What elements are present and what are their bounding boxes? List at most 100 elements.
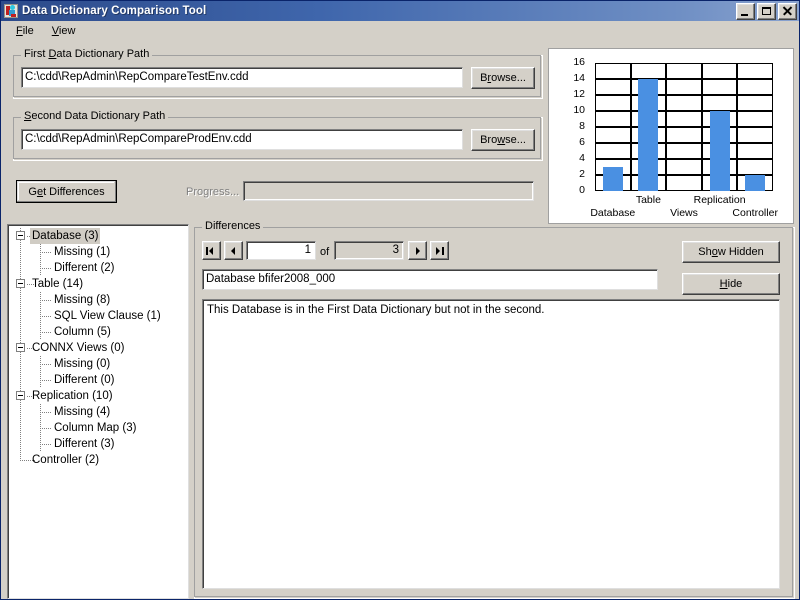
tree-node[interactable]: Missing (1) (8, 244, 188, 260)
tree-node[interactable]: Column (5) (8, 324, 188, 340)
title-bar[interactable]: Data Dictionary Comparison Tool (1, 1, 799, 21)
first-path-browse-button[interactable]: Browse... (471, 67, 535, 89)
tree-collapse-icon[interactable] (16, 279, 25, 288)
chart-grid-cell (595, 111, 631, 127)
chart-grid-cell (737, 95, 773, 111)
tree-collapse-icon[interactable] (16, 343, 25, 352)
hide-label: Hide (719, 278, 743, 290)
tree-child-trunk (40, 260, 41, 276)
next-record-button[interactable] (408, 241, 427, 260)
tree-child-trunk (40, 324, 41, 340)
menu-item-file[interactable]: File (7, 23, 43, 39)
tree-node[interactable]: Missing (8) (8, 292, 188, 308)
tree-node[interactable]: Replication (10) (8, 388, 188, 404)
chart-y-tick: 4 (579, 152, 585, 164)
chart-y-tick: 8 (579, 120, 585, 132)
tree-connector (40, 268, 51, 269)
first-browse-label: Browse... (480, 72, 526, 84)
tree-child-trunk (40, 356, 41, 372)
chart-grid-cell (737, 111, 773, 127)
tree-collapse-icon[interactable] (16, 231, 25, 240)
last-record-button[interactable] (430, 241, 449, 260)
first-path-group-title: First Data Dictionary Path (21, 49, 153, 60)
app-icon[interactable] (4, 4, 18, 18)
chart-grid-cell (737, 127, 773, 143)
chart-grid-cell (595, 79, 631, 95)
chart-grid-cell (666, 95, 702, 111)
first-path-input[interactable]: C:\cdd\RepAdmin\RepCompareTestEnv.cdd (21, 67, 463, 88)
chart-x-label: Controller (732, 207, 778, 219)
tree-node-label: Different (0) (54, 374, 115, 386)
second-path-browse-button[interactable]: Browse... (471, 129, 535, 151)
chart-grid-cell (666, 143, 702, 159)
chart-grid-cell (666, 111, 702, 127)
hide-button[interactable]: Hide (682, 273, 780, 295)
tree-node-label: Missing (8) (54, 294, 111, 306)
chart-x-label: Database (590, 207, 636, 219)
next-record-icon (412, 246, 423, 255)
chart-y-tick: 2 (579, 168, 585, 180)
tree-node[interactable]: Database (3) (8, 228, 188, 244)
second-path-group-title: Second Data Dictionary Path (21, 111, 169, 122)
category-tree-items: Database (3) Missing (1) Different (2) Tabl… (8, 228, 188, 468)
chart-y-tick: 6 (579, 136, 585, 148)
tree-node[interactable]: Missing (4) (8, 404, 188, 420)
get-differences-button[interactable]: Get Differences (16, 180, 117, 203)
first-record-button[interactable] (202, 241, 221, 260)
chart-grid-cell (595, 127, 631, 143)
difference-description[interactable]: This Database is in the First Data Dicti… (202, 299, 780, 589)
tree-node[interactable]: Controller (2) (8, 452, 188, 468)
close-button[interactable] (778, 2, 797, 20)
tree-node-label: Different (2) (54, 262, 115, 274)
previous-record-button[interactable] (224, 241, 243, 260)
difference-item-title[interactable]: Database bfifer2008_000 (202, 269, 658, 290)
current-record-input[interactable]: 1 (246, 241, 316, 260)
menu-item-view[interactable]: View (43, 23, 85, 39)
chart-grid-cell (666, 79, 702, 95)
maximize-button[interactable] (757, 2, 776, 20)
progress-bar (243, 181, 534, 201)
second-browse-label: Browse... (480, 134, 526, 146)
tree-child-trunk (40, 436, 41, 452)
tree-child-trunk (40, 308, 41, 324)
tree-node-label: Database (3) (30, 228, 101, 244)
tree-connector (40, 316, 51, 317)
chart-y-tick: 10 (573, 104, 585, 116)
chart-y-tick: 12 (573, 88, 585, 100)
show-hidden-button[interactable]: Show Hidden (682, 241, 780, 263)
tree-node-label: Replication (10) (32, 390, 113, 402)
minimize-button[interactable] (736, 2, 755, 20)
tree-node[interactable]: Missing (0) (8, 356, 188, 372)
differences-group-title: Differences (202, 221, 264, 232)
tree-node-label: Missing (1) (54, 246, 111, 258)
tree-collapse-icon[interactable] (16, 391, 25, 400)
last-record-icon (434, 246, 445, 255)
tree-node[interactable]: CONNX Views (0) (8, 340, 188, 356)
tree-connector (20, 452, 21, 461)
tree-node[interactable]: Column Map (3) (8, 420, 188, 436)
tree-node[interactable]: Different (0) (8, 372, 188, 388)
tree-connector (40, 252, 51, 253)
tree-node[interactable]: Different (3) (8, 436, 188, 452)
chart-grid-cell (737, 79, 773, 95)
tree-node[interactable]: Different (2) (8, 260, 188, 276)
chart-grid-cell (666, 175, 702, 191)
tree-node-label: Table (14) (32, 278, 84, 290)
category-tree[interactable]: Database (3) Missing (1) Different (2) Tabl… (7, 224, 189, 599)
chart-bar (745, 175, 765, 191)
tree-node-label: Column Map (3) (54, 422, 137, 434)
total-records-field: 3 (334, 241, 404, 260)
get-differences-label: Get Differences (28, 185, 105, 198)
tree-node-label: Column (5) (54, 326, 111, 338)
chart-grid-cell (666, 63, 702, 79)
tree-connector (40, 332, 51, 333)
tree-node[interactable]: Table (14) (8, 276, 188, 292)
differences-group: Differences 1 of 3 Show Hidden Hide Data… (194, 221, 795, 599)
second-path-input[interactable]: C:\cdd\RepAdmin\RepCompareProdEnv.cdd (21, 129, 463, 150)
chart-x-label: Replication (693, 194, 746, 206)
tree-connector (40, 300, 51, 301)
chart-y-tick: 0 (579, 184, 585, 196)
tree-node-label: CONNX Views (0) (32, 342, 125, 354)
tree-node[interactable]: SQL View Clause (1) (8, 308, 188, 324)
chart-bar (603, 167, 623, 191)
